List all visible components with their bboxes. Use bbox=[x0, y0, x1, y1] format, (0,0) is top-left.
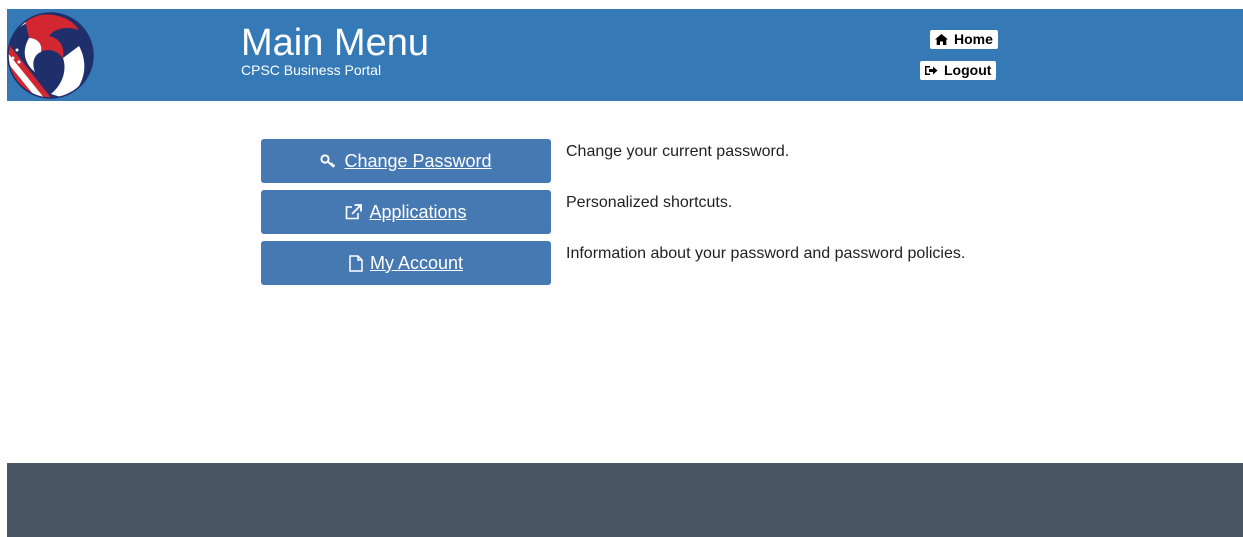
key-icon bbox=[320, 154, 337, 168]
logout-button[interactable]: Logout bbox=[920, 61, 997, 80]
change-password-description: Change your current password. bbox=[566, 143, 790, 160]
logout-button-label: Logout bbox=[944, 62, 992, 78]
file-icon bbox=[349, 254, 363, 272]
change-password-label: Change Password bbox=[344, 150, 492, 171]
home-button[interactable]: Home bbox=[930, 30, 998, 49]
menu-row-my-account: My Account Information about your passwo… bbox=[261, 241, 1061, 285]
footer-bar bbox=[7, 463, 1243, 537]
external-link-icon bbox=[345, 204, 363, 220]
my-account-label: My Account bbox=[369, 252, 464, 273]
applications-description: Personalized shortcuts. bbox=[566, 194, 733, 211]
home-icon bbox=[935, 34, 948, 45]
title-block: Main Menu CPSC Business Portal bbox=[241, 23, 429, 78]
cpsc-logo-icon[interactable] bbox=[7, 12, 94, 99]
applications-label: Applications bbox=[369, 201, 467, 222]
applications-button[interactable]: Applications bbox=[261, 190, 551, 234]
page-title: Main Menu bbox=[241, 22, 429, 64]
page-subtitle: CPSC Business Portal bbox=[241, 62, 382, 78]
logout-icon bbox=[925, 65, 938, 76]
home-button-label: Home bbox=[954, 31, 993, 47]
my-account-button[interactable]: My Account bbox=[261, 241, 551, 285]
menu-row-change-password: Change Password Change your current pass… bbox=[261, 139, 1061, 183]
change-password-button[interactable]: Change Password bbox=[261, 139, 551, 183]
my-account-description: Information about your password and pass… bbox=[566, 245, 966, 262]
menu-row-applications: Applications Personalized shortcuts. bbox=[261, 190, 1061, 234]
page-frame: Main Menu CPSC Business Portal Home Logo… bbox=[7, 9, 1243, 537]
header-bar: Main Menu CPSC Business Portal Home Logo… bbox=[7, 9, 1243, 101]
